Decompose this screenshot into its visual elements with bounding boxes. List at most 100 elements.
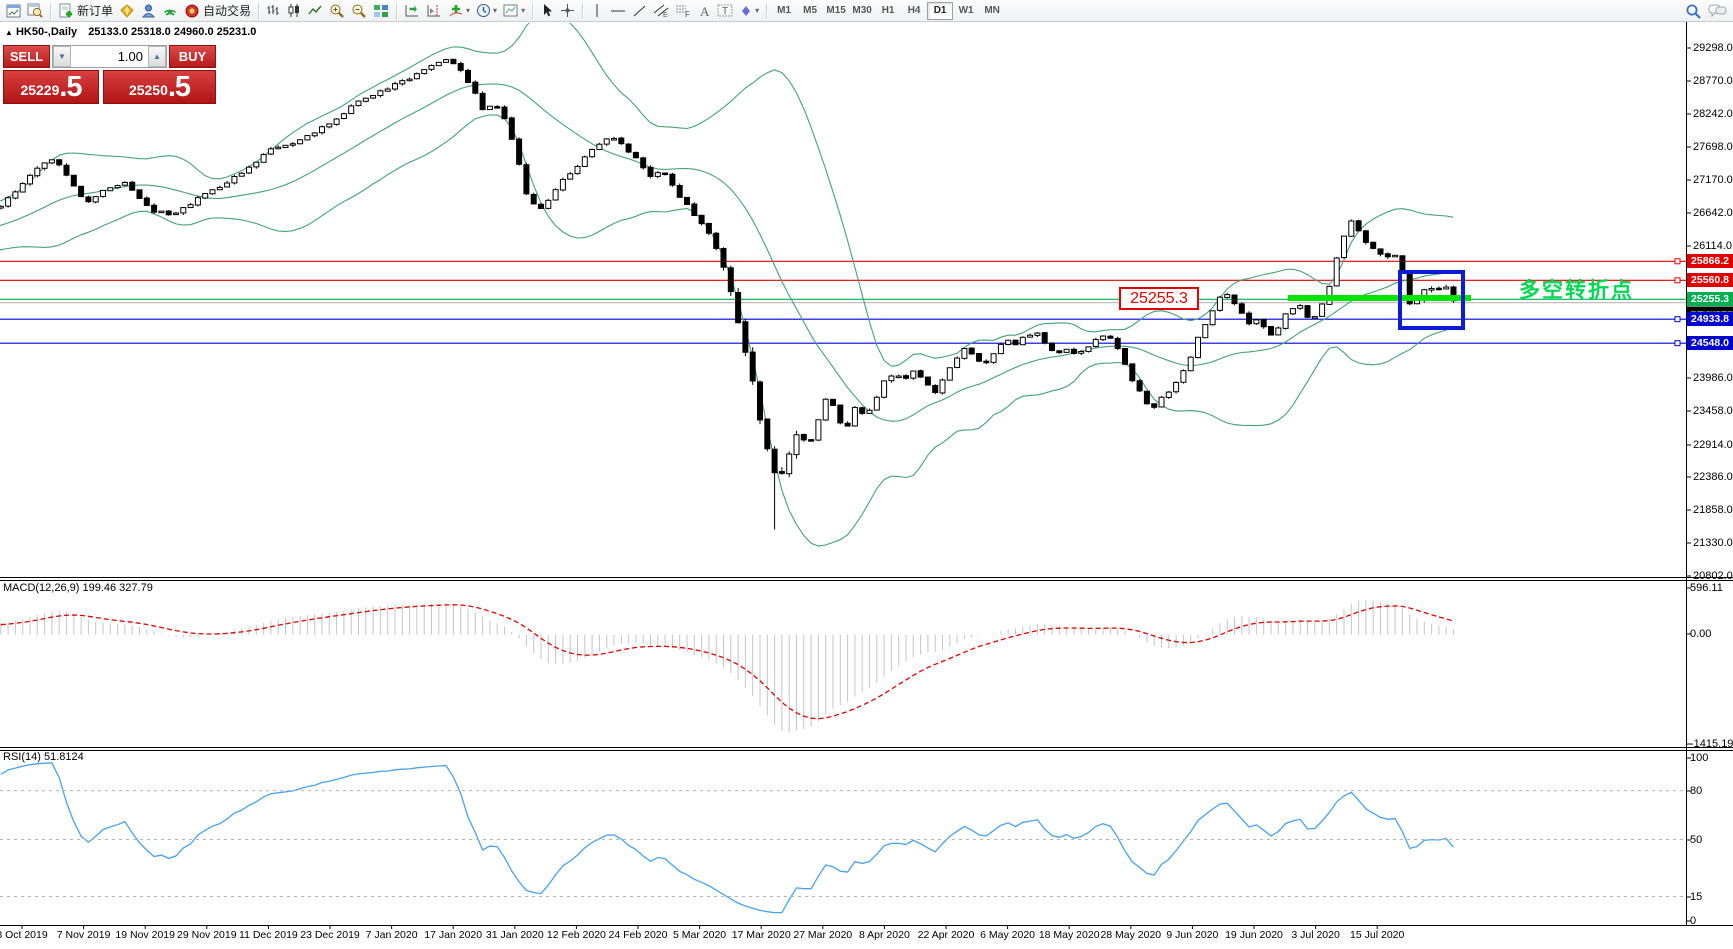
tile-windows-icon[interactable]: [370, 1, 392, 21]
horizontal-line-icon[interactable]: [607, 1, 629, 21]
toolbar-separator: [396, 2, 398, 19]
chevron-down-icon: ▾: [521, 6, 526, 15]
crosshair-icon[interactable]: [557, 1, 578, 21]
signals-icon[interactable]: [159, 1, 181, 21]
cursor-icon[interactable]: [537, 1, 557, 21]
auto-scroll-icon[interactable]: [401, 1, 423, 21]
zoom-out-icon[interactable]: [348, 1, 370, 21]
indicators-icon[interactable]: ▾: [445, 1, 473, 21]
buy-price-display[interactable]: 25250 .5: [103, 70, 216, 104]
vertical-line-icon[interactable]: [587, 1, 607, 21]
timeframe-mn[interactable]: MN: [979, 2, 1005, 20]
macd-axis-label: 596.11: [1690, 582, 1723, 594]
bar-chart-icon[interactable]: [263, 1, 284, 21]
new-order-button[interactable]: 新订单: [55, 1, 116, 21]
sell-button[interactable]: SELL: [3, 45, 50, 68]
timeframe-m30[interactable]: M30: [849, 2, 875, 20]
date-axis-label: 15 Jul 2020: [1350, 929, 1405, 941]
data-window-icon[interactable]: [24, 1, 46, 21]
toolbar-separator: [582, 2, 584, 19]
support-zone-bar[interactable]: [1288, 295, 1471, 301]
fibonacci-icon[interactable]: F: [672, 1, 694, 21]
price-axis-label: 26114.0: [1693, 240, 1732, 252]
date-axis-label: 19 Jun 2020: [1225, 929, 1283, 941]
date-axis-label: 8 Apr 2020: [858, 929, 910, 941]
price-level-flag[interactable]: 25255.3: [1119, 287, 1199, 310]
macd-axis-label: 0.00: [1690, 628, 1712, 640]
volume-decrease-button[interactable]: ▼: [53, 46, 71, 67]
price-axis-label: 29298.0: [1693, 42, 1733, 54]
annotation-text[interactable]: 多空转折点: [1519, 274, 1634, 304]
gold-icon[interactable]: [116, 1, 138, 21]
templates-icon[interactable]: ▾: [500, 1, 528, 21]
collapse-arrow-icon[interactable]: ▲: [5, 28, 13, 37]
timeframe-m15[interactable]: M15: [823, 2, 849, 20]
periods-icon[interactable]: ▾: [473, 1, 500, 21]
date-axis-label: 28 May 2020: [1100, 929, 1162, 941]
volume-spinner: ▼ 1.00 ▲: [52, 45, 167, 68]
new-chart-icon[interactable]: [3, 1, 24, 21]
rsi-axis-label: 15: [1690, 891, 1703, 903]
price-axis-label: 20802.0: [1693, 570, 1733, 582]
timeframe-h1[interactable]: H1: [875, 2, 901, 20]
date-axis-label: 29 Nov 2019: [177, 929, 237, 941]
sell-price-display[interactable]: 25229 .5: [3, 70, 99, 104]
sell-price-pip: .5: [59, 71, 82, 103]
text-label-icon[interactable]: T: [714, 1, 736, 21]
timeframe-m5[interactable]: M5: [797, 2, 823, 20]
date-axis-label: 9 Jun 2020: [1166, 929, 1219, 941]
candlestick-icon[interactable]: [284, 1, 305, 21]
svg-text:F: F: [685, 10, 690, 18]
line-chart-icon[interactable]: [305, 1, 326, 21]
buy-price-main: 25250: [128, 82, 168, 98]
volume-value[interactable]: 1.00: [71, 46, 148, 67]
price-axis-label: 23458.0: [1693, 405, 1733, 417]
buy-price-pip: .5: [167, 71, 191, 103]
price-axis-label: 28770.0: [1693, 75, 1733, 87]
date-axis-label: 24 Feb 2020: [608, 929, 668, 941]
chart-shift-icon[interactable]: [423, 1, 445, 21]
date-axis-label: 7 Jan 2020: [365, 929, 418, 941]
toolbar-separator: [532, 2, 534, 19]
search-icon[interactable]: [1682, 1, 1705, 21]
arrows-icon[interactable]: ▾: [736, 1, 762, 21]
chevron-down-icon: ▾: [493, 6, 498, 15]
rsi-axis-label: 80: [1690, 785, 1703, 797]
ohlc-values: 25133.0 25318.0 24960.0 25231.0: [88, 26, 257, 38]
equidistant-channel-icon[interactable]: E: [650, 1, 672, 21]
auto-trading-button[interactable]: 自动交易: [181, 1, 254, 21]
price-axis-label: 28242.0: [1693, 108, 1733, 120]
timeframe-m1[interactable]: M1: [771, 2, 797, 20]
svg-text:E: E: [663, 12, 668, 18]
volume-increase-button[interactable]: ▲: [148, 46, 166, 67]
text-icon[interactable]: A: [694, 1, 714, 21]
chat-icon[interactable]: [1705, 1, 1730, 21]
profile-icon[interactable]: [138, 1, 159, 21]
timeframe-d1[interactable]: D1: [927, 1, 954, 20]
date-axis-label: 11 Dec 2019: [239, 929, 298, 941]
date-axis-label: 31 Jan 2020: [485, 929, 544, 941]
price-axis-label: 21858.0: [1693, 504, 1733, 516]
buy-button[interactable]: BUY: [169, 45, 216, 68]
price-axis-label: 27170.0: [1693, 174, 1733, 186]
date-axis-label: 23 Dec 2019: [300, 929, 360, 941]
price-axis-label: 23986.0: [1693, 372, 1733, 384]
new-order-label: 新订单: [77, 4, 114, 18]
price-axis-label: 22386.0: [1693, 471, 1733, 483]
price-tag: 25255.3: [1687, 292, 1733, 306]
sell-price-main: 25229: [20, 82, 60, 98]
zoom-in-icon[interactable]: [326, 1, 348, 21]
chart-canvas[interactable]: [0, 0, 1733, 949]
timeframe-w1[interactable]: W1: [953, 2, 979, 20]
macd-label: MACD(12,26,9) 199.46 327.79: [3, 582, 153, 594]
timeframe-h4[interactable]: H4: [901, 2, 927, 20]
trendline-icon[interactable]: [629, 1, 650, 21]
chevron-down-icon: ▾: [466, 6, 471, 15]
price-axis-label: 22914.0: [1693, 439, 1733, 451]
date-axis-label: 19 Nov 2019: [115, 929, 175, 941]
date-axis-label: 27 Mar 2020: [793, 929, 853, 941]
one-click-trading-panel: SELL ▼ 1.00 ▲ BUY 25229 .5 25250 .5: [3, 45, 216, 104]
price-axis-label: 27698.0: [1693, 141, 1733, 153]
chart-title: ▲ HK50-,Daily 25133.0 25318.0 24960.0 25…: [5, 26, 256, 38]
price-axis-label: 26642.0: [1693, 207, 1733, 219]
